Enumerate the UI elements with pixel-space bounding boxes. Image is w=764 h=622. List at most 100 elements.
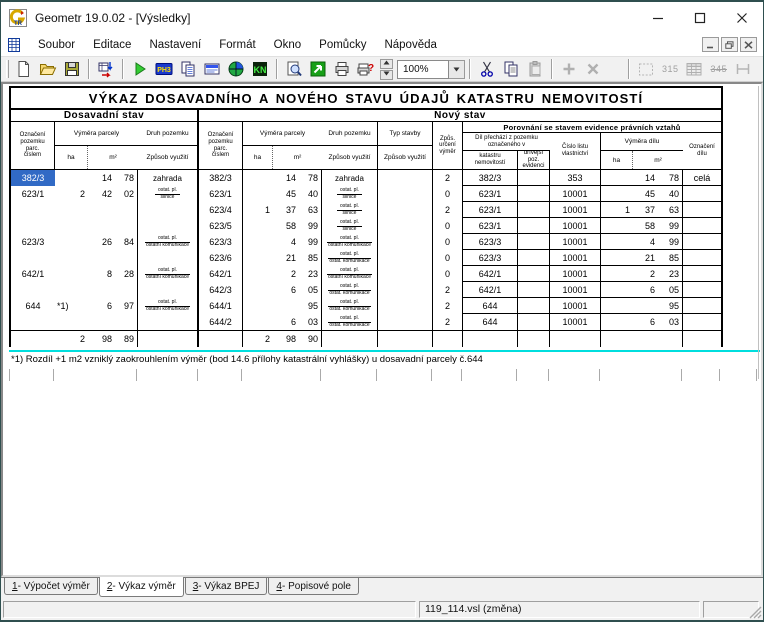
print-preview-button[interactable] xyxy=(282,58,306,80)
cell-typ-stavby[interactable] xyxy=(378,282,433,298)
cell-drivejsi-evidence[interactable] xyxy=(518,266,550,282)
cell-old-parcel[interactable]: 623/3 xyxy=(11,234,55,250)
cell-katastr[interactable]: 382/3 xyxy=(463,170,518,186)
total-dil-m2a[interactable] xyxy=(633,331,658,347)
cell-old-druh[interactable]: ostat. pl.ostatní komunikace xyxy=(138,234,199,250)
cell-new-m2a[interactable]: 21 xyxy=(273,250,299,266)
menu-item-soubor[interactable]: Soubor xyxy=(29,36,84,54)
spinner-down-button[interactable] xyxy=(380,70,393,80)
cell-drivejsi-evidence[interactable] xyxy=(518,234,550,250)
cell-new-ha[interactable] xyxy=(243,282,273,298)
cell-new-m2b[interactable]: 03 xyxy=(299,314,322,330)
cell-oznaceni-dilu[interactable] xyxy=(683,314,721,330)
tab-vykaz-bpej[interactable]: 3 - Výkaz BPEJ xyxy=(185,578,268,595)
cell-dil-m2b[interactable]: 03 xyxy=(658,314,683,330)
cell-old-druh[interactable]: ostat. pl.silnice xyxy=(138,186,199,202)
cell-new-m2b[interactable]: 05 xyxy=(299,282,322,298)
menu-item-napoveda[interactable]: Nápověda xyxy=(375,36,445,54)
cell-oznaceni-dilu[interactable] xyxy=(683,218,721,234)
cell-old-ha[interactable] xyxy=(55,250,88,266)
cell-old-parcel[interactable]: 623/1 xyxy=(11,186,55,202)
cell-zpus-urceni[interactable]: 2 xyxy=(433,282,463,298)
cell-katastr[interactable]: 623/1 xyxy=(463,202,518,218)
cell-dil-ha[interactable] xyxy=(601,314,633,330)
minimize-button[interactable] xyxy=(637,2,679,33)
cell-drivejsi-evidence[interactable] xyxy=(518,186,550,202)
cell-old-ha[interactable] xyxy=(55,282,88,298)
cell-old-m2a[interactable] xyxy=(88,218,115,234)
total-lv[interactable] xyxy=(550,331,601,347)
kn-button[interactable]: KN xyxy=(248,58,272,80)
cell-oznaceni-dilu[interactable]: celá xyxy=(683,170,721,186)
cell-new-m2b[interactable]: 63 xyxy=(299,202,322,218)
cell-new-druh[interactable]: ostat. pl.ostat. komunikace xyxy=(322,298,378,314)
cell-old-druh[interactable] xyxy=(138,202,199,218)
total-typ[interactable] xyxy=(378,331,433,347)
cell-new-m2b[interactable]: 99 xyxy=(299,234,322,250)
toolbar-grip[interactable] xyxy=(6,60,9,78)
total-drivejsi[interactable] xyxy=(518,331,550,347)
cell-old-m2b[interactable] xyxy=(115,282,138,298)
cell-old-parcel[interactable] xyxy=(11,202,55,218)
cell-dil-ha[interactable] xyxy=(601,218,633,234)
cell-new-m2b[interactable]: 85 xyxy=(299,250,322,266)
cell-new-ha[interactable] xyxy=(243,186,273,202)
total-dil-m2b[interactable] xyxy=(658,331,683,347)
cell-new-parcel[interactable]: 644/2 xyxy=(199,314,243,330)
save-button[interactable] xyxy=(60,58,84,80)
import-export-button[interactable] xyxy=(94,58,118,80)
cell-old-druh[interactable]: zahrada xyxy=(138,170,199,186)
cell-dil-m2b[interactable]: 95 xyxy=(658,298,683,314)
cell-katastr[interactable]: 644 xyxy=(463,314,518,330)
open-file-button[interactable] xyxy=(36,58,60,80)
cell-cislo-lv[interactable]: 10001 xyxy=(550,202,601,218)
cell-katastr[interactable]: 642/1 xyxy=(463,282,518,298)
menu-item-editace[interactable]: Editace xyxy=(84,36,140,54)
cell-zpus-urceni[interactable]: 0 xyxy=(433,218,463,234)
cell-zpus-urceni[interactable]: 0 xyxy=(433,266,463,282)
run-button[interactable] xyxy=(128,58,152,80)
cell-old-m2a[interactable]: 26 xyxy=(88,234,115,250)
total-old-ha[interactable]: 2 xyxy=(55,331,88,347)
cell-old-parcel[interactable] xyxy=(11,314,55,330)
cell-oznaceni-dilu[interactable] xyxy=(683,298,721,314)
cell-old-m2a[interactable] xyxy=(88,250,115,266)
cell-typ-stavby[interactable] xyxy=(378,186,433,202)
cell-new-parcel[interactable]: 623/5 xyxy=(199,218,243,234)
cell-dil-m2a[interactable]: 37 xyxy=(633,202,658,218)
cell-old-m2b[interactable]: 78 xyxy=(115,170,138,186)
cell-dil-ha[interactable] xyxy=(601,186,633,202)
cell-dil-m2a[interactable] xyxy=(633,298,658,314)
cell-drivejsi-evidence[interactable] xyxy=(518,218,550,234)
cell-katastr[interactable]: 623/3 xyxy=(463,234,518,250)
menu-item-nastaveni[interactable]: Nastavení xyxy=(140,36,210,54)
cell-new-druh[interactable]: zahrada xyxy=(322,170,378,186)
cell-new-m2b[interactable]: 78 xyxy=(299,170,322,186)
form-button[interactable] xyxy=(200,58,224,80)
cell-old-m2a[interactable]: 14 xyxy=(88,170,115,186)
cell-new-druh[interactable]: ostat. pl.silnice xyxy=(322,218,378,234)
cell-oznaceni-dilu[interactable] xyxy=(683,234,721,250)
zoom-dropdown-button[interactable] xyxy=(449,60,465,79)
cell-old-m2b[interactable]: 28 xyxy=(115,266,138,282)
cell-old-m2a[interactable]: 42 xyxy=(88,186,115,202)
cell-old-m2b[interactable] xyxy=(115,218,138,234)
total-new-m2a[interactable]: 98 xyxy=(273,331,299,347)
print-button[interactable] xyxy=(330,58,354,80)
close-button[interactable] xyxy=(721,2,763,33)
cut-button[interactable] xyxy=(475,58,499,80)
cell-typ-stavby[interactable] xyxy=(378,202,433,218)
copy-button[interactable] xyxy=(499,58,523,80)
cell-dil-m2b[interactable]: 63 xyxy=(658,202,683,218)
cell-new-ha[interactable] xyxy=(243,170,273,186)
cell-dil-m2a[interactable]: 14 xyxy=(633,170,658,186)
export-button[interactable] xyxy=(306,58,330,80)
cell-old-parcel[interactable]: 642/1 xyxy=(11,266,55,282)
cell-dil-m2a[interactable]: 4 xyxy=(633,234,658,250)
total-zpus[interactable] xyxy=(433,331,463,347)
cell-dil-m2a[interactable]: 58 xyxy=(633,218,658,234)
cell-new-m2b[interactable]: 99 xyxy=(299,218,322,234)
cell-new-ha[interactable] xyxy=(243,298,273,314)
cell-dil-m2b[interactable]: 23 xyxy=(658,266,683,282)
cell-old-m2b[interactable] xyxy=(115,202,138,218)
